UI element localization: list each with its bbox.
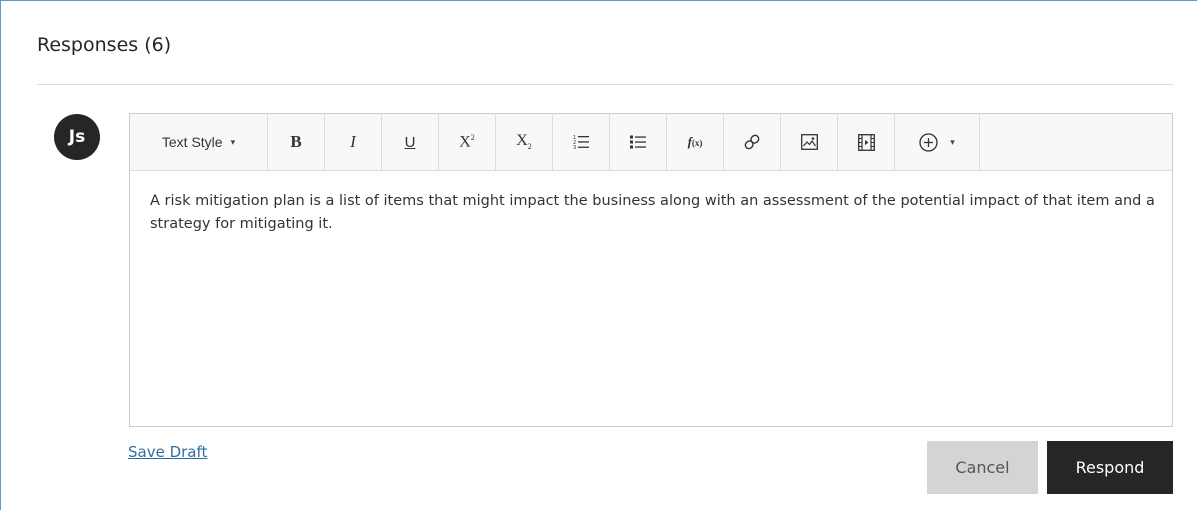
- italic-icon: I: [350, 132, 356, 151]
- save-draft-link[interactable]: Save Draft: [128, 443, 207, 461]
- responses-heading: Responses (6): [37, 34, 172, 56]
- subscript-icon: X2: [516, 132, 532, 152]
- chevron-down-icon: ▾: [950, 136, 955, 147]
- link-icon: [744, 134, 760, 150]
- text-style-label: Text Style: [161, 134, 223, 150]
- plus-circle-icon: [919, 132, 938, 152]
- ordered-list-button[interactable]: 1 2 3: [553, 114, 610, 170]
- bold-button[interactable]: B: [268, 114, 325, 170]
- editor-content[interactable]: A risk mitigation plan is a list of item…: [150, 190, 1155, 236]
- insert-content-wrap: ▾: [919, 132, 955, 152]
- ordered-list-icon: 1 2 3: [573, 135, 589, 150]
- bold-icon: B: [290, 132, 302, 151]
- underline-button[interactable]: U: [382, 114, 439, 170]
- response-panel: Responses (6) Js Text Style ▾ B I U X2 X…: [0, 0, 1197, 510]
- unordered-list-icon: [630, 135, 646, 149]
- subscript-button[interactable]: X2: [496, 114, 553, 170]
- italic-button[interactable]: I: [325, 114, 382, 170]
- insert-link-button[interactable]: [724, 114, 781, 170]
- editor-toolbar: Text Style ▾ B I U X2 X2 1 2 3 f(x) ▾: [130, 114, 1172, 171]
- unordered-list-button[interactable]: [610, 114, 667, 170]
- insert-content-dropdown[interactable]: ▾: [895, 114, 980, 170]
- cancel-button[interactable]: Cancel: [927, 441, 1038, 494]
- underline-icon: U: [404, 133, 416, 151]
- user-avatar: Js: [54, 114, 100, 160]
- math-formula-button[interactable]: f(x): [667, 114, 724, 170]
- superscript-button[interactable]: X2: [439, 114, 496, 170]
- respond-button[interactable]: Respond: [1047, 441, 1173, 494]
- heading-divider: [37, 84, 1173, 85]
- insert-media-button[interactable]: [838, 114, 895, 170]
- superscript-icon: X2: [459, 132, 475, 151]
- function-icon: f(x): [687, 134, 703, 149]
- text-style-dropdown[interactable]: Text Style ▾: [130, 114, 268, 170]
- image-icon: [800, 134, 818, 150]
- insert-image-button[interactable]: [781, 114, 838, 170]
- svg-text:3: 3: [573, 145, 576, 150]
- rich-text-editor: Text Style ▾ B I U X2 X2 1 2 3 f(x) ▾ A …: [129, 113, 1173, 427]
- chevron-down-icon: ▾: [230, 136, 236, 147]
- video-icon: [857, 133, 875, 151]
